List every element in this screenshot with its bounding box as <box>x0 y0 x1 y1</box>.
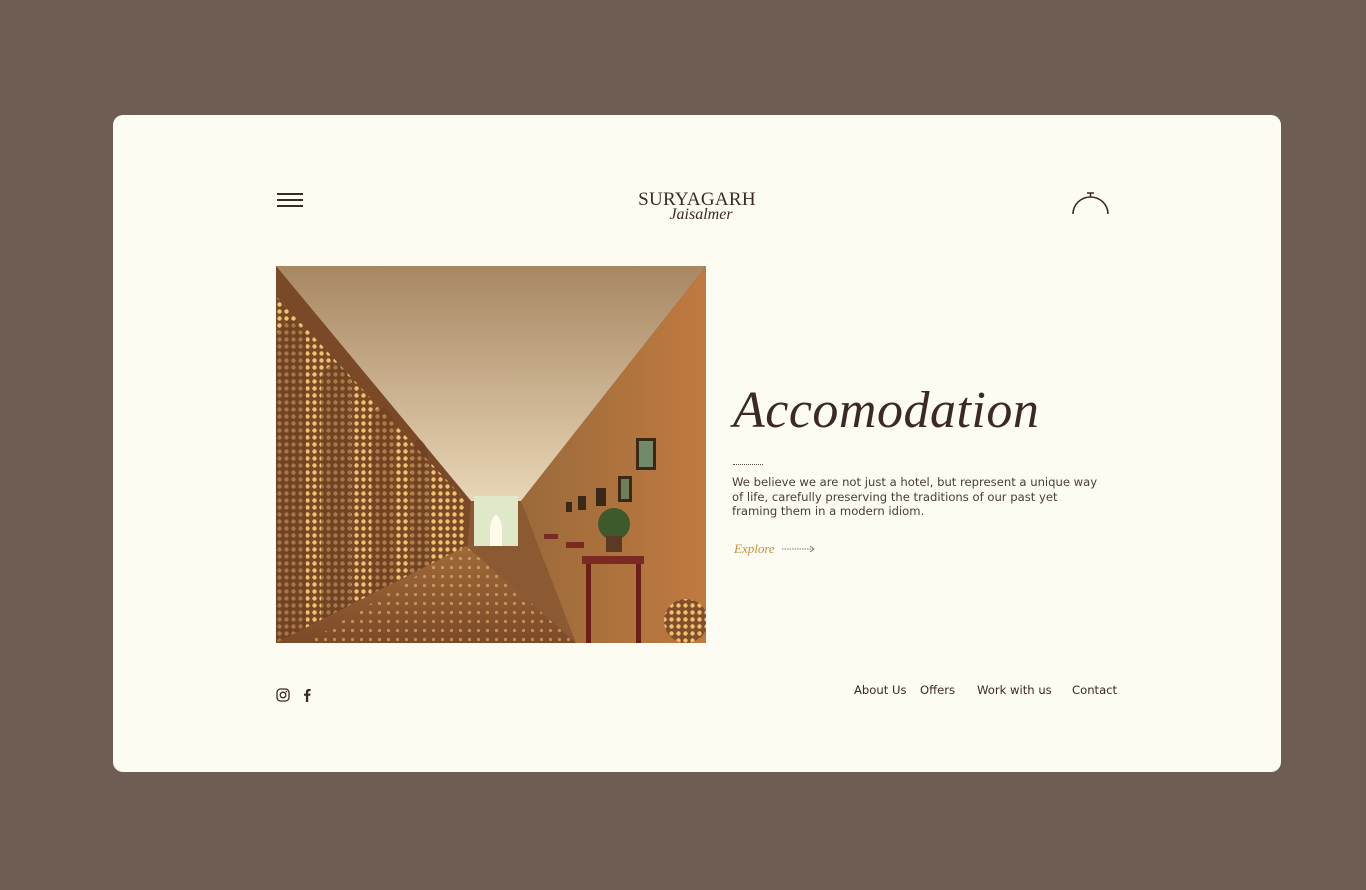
explore-link[interactable]: Explore <box>734 541 816 557</box>
footer-nav: About Us Offers Work with us Contact <box>113 683 1281 703</box>
nav-offers[interactable]: Offers <box>920 683 955 697</box>
section-heading: Accomodation <box>733 382 1040 439</box>
brand-logo[interactable]: SURYAGARH Jaisalmer <box>613 189 781 223</box>
cloche-icon <box>1072 192 1109 215</box>
hamburger-menu-button[interactable] <box>276 190 306 212</box>
explore-label: Explore <box>734 541 775 556</box>
hero-image <box>276 266 706 643</box>
heading-divider <box>733 464 763 465</box>
hamburger-icon <box>277 193 303 207</box>
nav-work-with-us[interactable]: Work with us <box>977 683 1052 697</box>
corridor-photo <box>276 266 706 643</box>
nav-contact[interactable]: Contact <box>1072 683 1117 697</box>
dining-cloche-button[interactable] <box>1071 190 1113 216</box>
nav-about-us[interactable]: About Us <box>854 683 907 697</box>
content-card: SURYAGARH Jaisalmer Accomodation We beli… <box>113 115 1281 772</box>
section-description: We believe we are not just a hotel, but … <box>732 475 1098 519</box>
arrow-right-icon <box>781 545 815 553</box>
